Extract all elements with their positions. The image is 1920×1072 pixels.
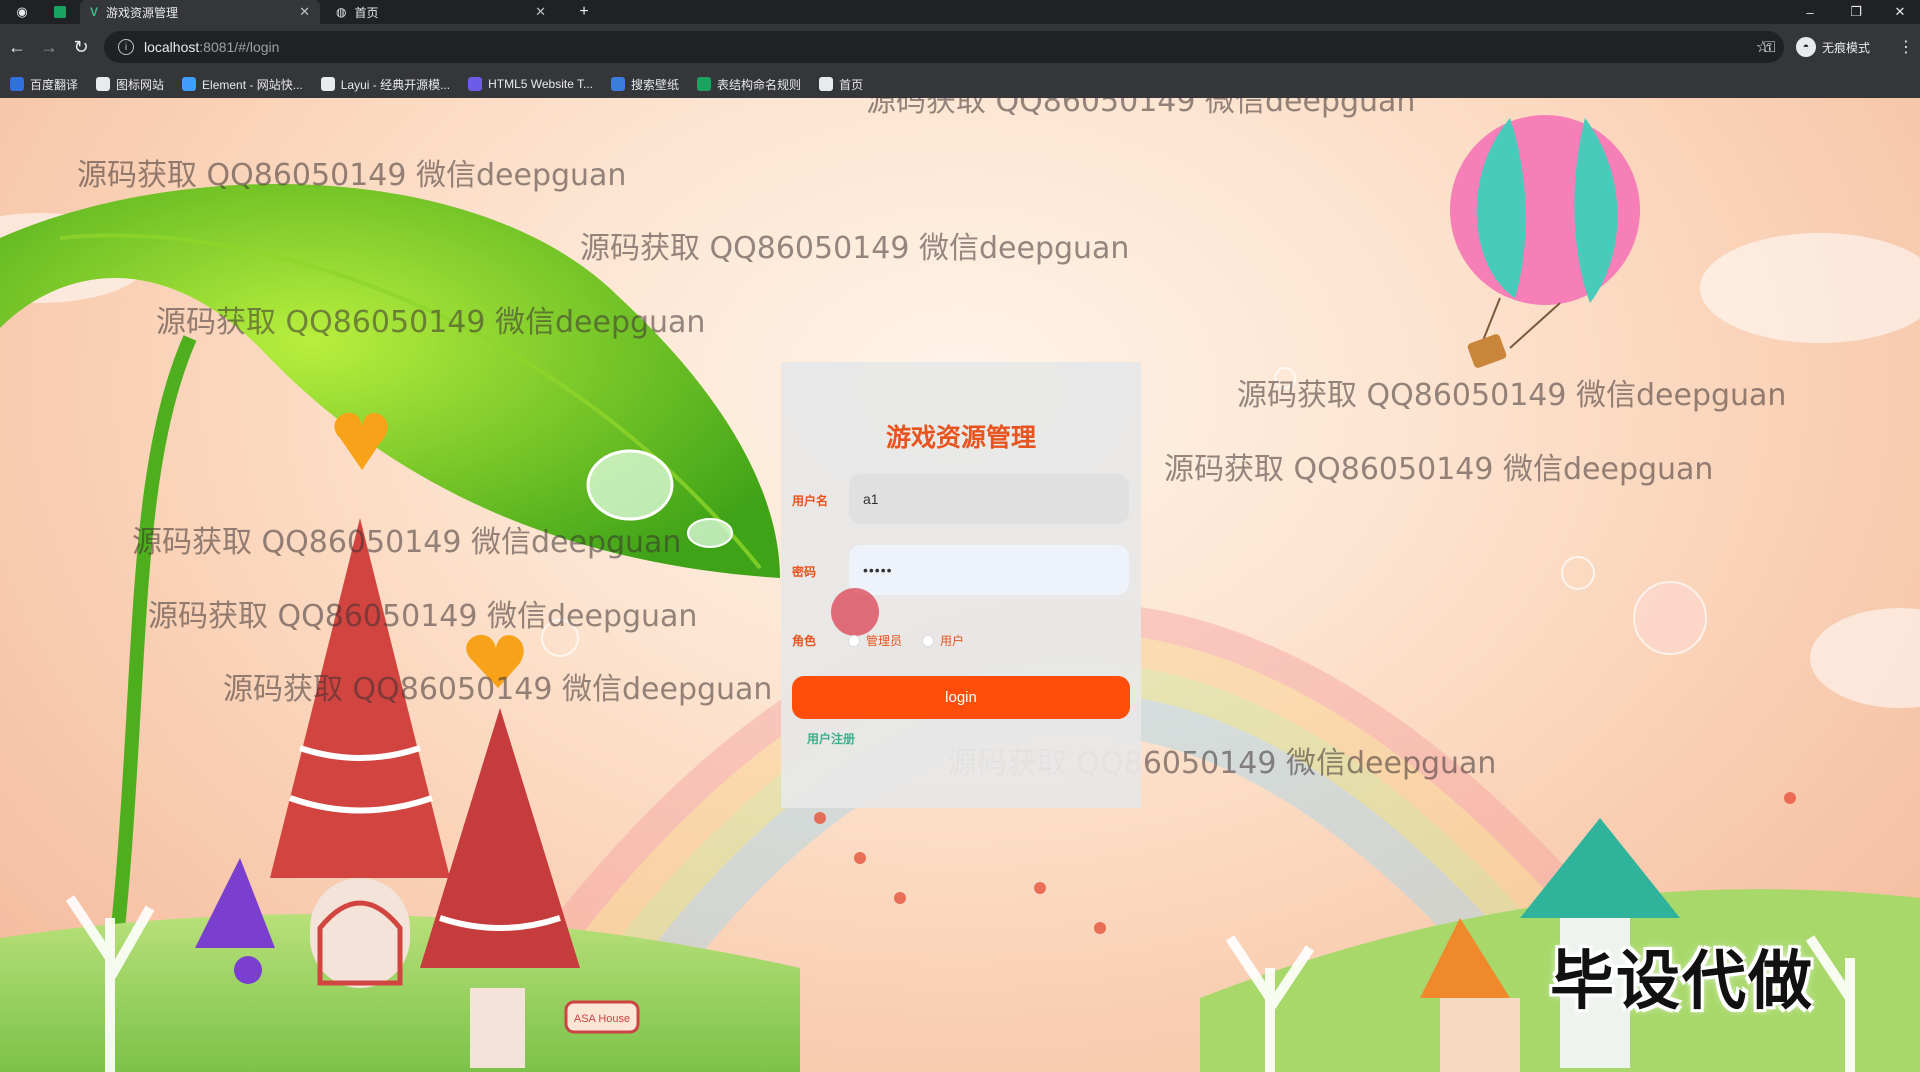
bookmark-label: 图标网站 (116, 77, 165, 92)
chrome-menu-icon[interactable]: ◉ (12, 2, 32, 22)
window-close-icon[interactable]: ✕ (1880, 0, 1920, 24)
hot-air-balloon (1450, 115, 1640, 368)
kebab-menu-icon[interactable]: ⋮ (1898, 34, 1914, 60)
bookmark-label: 搜索壁纸 (631, 77, 680, 92)
forward-icon[interactable]: → (36, 34, 62, 60)
login-page: ASA House 源码获取 QQ86050149 微信deepguan 源码获… (0, 98, 1920, 1072)
watermark: 源码获取 QQ86050149 微信deepguan (580, 231, 1130, 266)
radio-user[interactable] (922, 634, 935, 647)
tab-game-resource[interactable]: V 游戏资源管理 ✕ (80, 0, 320, 24)
tab-home[interactable]: ◍ 首页 ✕ (326, 0, 556, 24)
element-icon (182, 77, 197, 91)
watermark: 源码获取 QQ86050149 微信deepguan (77, 158, 627, 193)
browser-toolbar: ← → ↻ i localhost:8081/#/login ☆ ⚿ ◓ 无痕模… (0, 24, 1920, 70)
promo-text: 毕设代做 (1550, 945, 1814, 1019)
register-link[interactable]: 用户注册 (807, 730, 855, 747)
flag-icon (96, 77, 111, 91)
watermark: 源码获取 QQ86050149 微信deepguan (223, 672, 773, 707)
bookmark-item[interactable]: 首页 (819, 76, 863, 93)
bookmark-label: Layui - 经典开源模... (340, 77, 451, 92)
minimize-icon[interactable]: – (1790, 0, 1830, 24)
role-label: 角色 (792, 634, 817, 648)
bookmark-label: 表结构命名规则 (717, 77, 802, 92)
username-label: 用户名 (792, 494, 829, 508)
incognito-label: 无痕模式 (1822, 40, 1871, 55)
close-icon[interactable]: ✕ (299, 4, 310, 20)
back-icon[interactable]: ← (4, 34, 30, 60)
bookmark-item[interactable]: Layui - 经典开源模... (320, 76, 451, 93)
login-card: 游戏资源管理 用户名 密码 角色 管理员 用户 login 用户注册 (781, 362, 1141, 808)
role-option-label: 管理员 (866, 634, 903, 648)
restore-icon[interactable]: ❐ (1836, 0, 1876, 24)
bookmark-label: Element - 网站快... (202, 77, 303, 92)
globe-icon: ◍ (336, 5, 347, 19)
tab-title: 首页 (354, 5, 379, 20)
bookmark-label: 百度翻译 (30, 77, 79, 92)
bookmark-label: HTML5 Website T... (488, 77, 594, 91)
incognito-icon: ◓ (1796, 37, 1816, 57)
bookmark-item[interactable]: 图标网站 (96, 76, 164, 93)
bookmark-item[interactable]: 表结构命名规则 (697, 76, 801, 93)
username-input[interactable] (849, 474, 1129, 524)
svg-text:ASA House: ASA House (574, 1013, 630, 1025)
password-input[interactable] (849, 545, 1129, 595)
watermark: 源码获取 QQ86050149 微信deepguan (866, 98, 1416, 119)
radio-admin[interactable] (848, 634, 860, 647)
login-title: 游戏资源管理 (885, 423, 1036, 452)
click-indicator (831, 588, 879, 636)
role-option-label: 用户 (940, 634, 965, 648)
close-icon[interactable]: ✕ (535, 4, 546, 20)
key-icon[interactable]: ⚿ (1764, 34, 1775, 60)
reload-icon[interactable]: ↻ (68, 34, 94, 60)
bookmark-item[interactable]: 百度翻译 (10, 76, 78, 93)
login-button[interactable]: login (792, 676, 1130, 719)
bookmark-item[interactable]: Element - 网站快... (182, 76, 303, 93)
address-bar[interactable]: i localhost:8081/#/login ☆ (104, 31, 1784, 63)
role-option-admin[interactable]: 管理员 (848, 632, 902, 649)
url-host: localhost (144, 39, 200, 55)
house-sign: ASA House (564, 1000, 640, 1034)
vue-app-icon[interactable] (50, 2, 70, 22)
password-label: 密码 (792, 565, 817, 579)
role-option-user[interactable]: 用户 (922, 632, 964, 649)
wallpaper-icon (611, 77, 626, 91)
doc-icon (697, 77, 712, 91)
globe-icon (819, 77, 834, 91)
bookmark-label: 首页 (839, 77, 864, 92)
bookmark-item[interactable]: 搜索壁纸 (611, 76, 679, 93)
browser-tabstrip: ◉ V 游戏资源管理 ✕ ◍ 首页 ✕ + – ❐ ✕ (0, 0, 1920, 24)
vue-logo-icon: V (90, 5, 99, 19)
bookmarks-bar: 百度翻译 图标网站 Element - 网站快... Layui - 经典开源模...… (0, 70, 1920, 98)
tab-title: 游戏资源管理 (106, 5, 179, 20)
incognito-badge[interactable]: ◓ 无痕模式 (1796, 34, 1870, 60)
watermark: 源码获取 QQ86050149 微信deepguan (156, 305, 706, 340)
info-icon[interactable]: i (118, 39, 134, 55)
watermark: 源码获取 QQ86050149 微信deepguan (1164, 452, 1714, 487)
url-path: :8081/#/login (199, 39, 280, 55)
new-tab-button[interactable]: + (574, 2, 594, 22)
watermark: 源码获取 QQ86050149 微信deepguan (1237, 378, 1787, 413)
html5-icon (468, 77, 483, 91)
watermark: 源码获取 QQ86050149 微信deepguan (132, 525, 682, 560)
layui-icon (320, 77, 335, 91)
role-radio-group: 角色 管理员 用户 (792, 632, 964, 649)
bookmark-item[interactable]: HTML5 Website T... (468, 77, 593, 91)
translate-icon (10, 77, 24, 91)
watermark: 源码获取 QQ86050149 微信deepguan (148, 599, 698, 634)
